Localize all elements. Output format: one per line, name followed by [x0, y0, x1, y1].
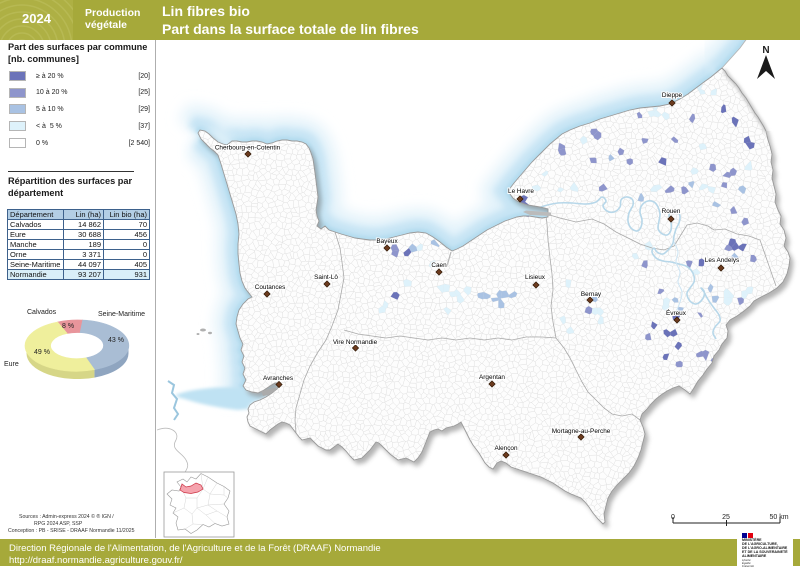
svg-text:Saint-Lô: Saint-Lô [314, 274, 338, 281]
svg-text:8 %: 8 % [62, 323, 74, 330]
svg-text:50 km: 50 km [769, 514, 788, 521]
svg-text:N: N [762, 45, 769, 56]
svg-text:Bernay: Bernay [581, 291, 602, 298]
svg-text:Caen: Caen [431, 262, 447, 269]
svg-text:Le Havre: Le Havre [508, 188, 534, 195]
svg-text:Vire Normandie: Vire Normandie [333, 339, 378, 346]
svg-text:0: 0 [671, 514, 675, 521]
svg-text:Mortagne-au-Perche: Mortagne-au-Perche [552, 428, 611, 435]
svg-text:43 %: 43 % [108, 337, 124, 344]
svg-text:Coutances: Coutances [255, 284, 286, 291]
svg-text:25: 25 [722, 514, 730, 521]
svg-text:Eure: Eure [4, 361, 19, 368]
svg-text:Alençon: Alençon [494, 445, 518, 452]
svg-text:Argentan: Argentan [479, 374, 505, 381]
svg-text:Les Andelys: Les Andelys [705, 257, 739, 264]
svg-text:Calvados: Calvados [27, 309, 57, 316]
svg-text:Lisieux: Lisieux [525, 274, 546, 281]
svg-text:49 %: 49 % [34, 349, 50, 356]
svg-text:Rouen: Rouen [662, 208, 681, 215]
svg-text:Évreux: Évreux [666, 308, 687, 317]
svg-text:Cherbourg-en-Cotentin: Cherbourg-en-Cotentin [215, 145, 281, 152]
svg-text:Bayeux: Bayeux [376, 238, 398, 245]
svg-text:Avranches: Avranches [263, 375, 293, 382]
svg-text:Dieppe: Dieppe [662, 92, 683, 99]
svg-text:Seine-Maritime: Seine-Maritime [98, 311, 145, 318]
